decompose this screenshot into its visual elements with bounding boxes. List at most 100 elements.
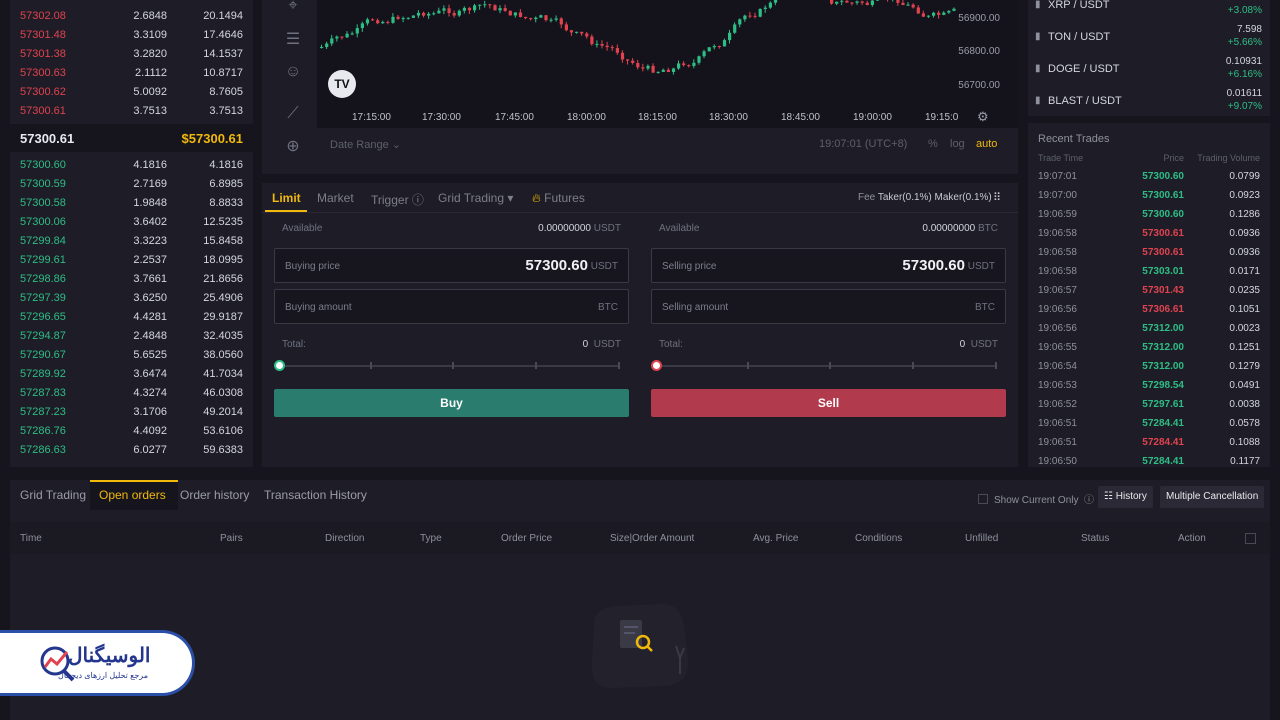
trade-row: 19:06:55 57312.00 0.1251 <box>1028 339 1270 358</box>
trade-time: 19:07:01 <box>1038 171 1077 182</box>
trade-price: 57298.54 <box>1142 380 1184 391</box>
percent-toggle[interactable]: % <box>928 138 938 150</box>
bookmark-icon[interactable]: ▮ <box>1035 31 1041 42</box>
market-row[interactable]: ▮ BLAST / USDT 0.01611 +9.07% <box>1028 85 1270 117</box>
tab-market[interactable]: Market <box>317 191 354 205</box>
market-row[interactable]: ▮ XRP / USDT +3.08% <box>1028 0 1270 21</box>
bid-row[interactable]: 57294.87 2.4848 32.4035 <box>10 326 253 345</box>
bid-row[interactable]: 57296.65 4.4281 29.9187 <box>10 307 253 326</box>
tab-transaction-history[interactable]: Transaction History <box>264 488 367 502</box>
market-row[interactable]: ▮ DOGE / USDT 0.10931 +6.16% <box>1028 53 1270 85</box>
logo-name: الوسیگنال <box>68 645 151 667</box>
candle-body <box>432 13 436 15</box>
chart-clock: 19:07:01 (UTC+8) <box>819 138 908 150</box>
trade-time: 19:06:54 <box>1038 361 1077 372</box>
bookmark-icon[interactable]: ▮ <box>1035 0 1041 10</box>
ask-amount: 2.1112 <box>134 67 167 79</box>
sell-form: Available 0.00000000 BTC Selling price 5… <box>651 213 1006 463</box>
selling-amount-field[interactable]: Selling amount BTC <box>651 289 1006 324</box>
ask-total: 8.7605 <box>209 86 243 98</box>
slider-handle[interactable] <box>274 360 285 371</box>
show-current-only-checkbox[interactable]: Show Current Only ⓘ <box>978 491 1094 506</box>
sell-button[interactable]: Sell <box>651 389 1006 417</box>
trade-row: 19:06:56 57312.00 0.0023 <box>1028 320 1270 339</box>
bookmark-icon[interactable]: ▮ <box>1035 63 1041 74</box>
market-row[interactable]: ▮ TON / USDT 7.598 +5.66% <box>1028 21 1270 53</box>
candlestick-chart[interactable]: 56900.00 56800.00 56700.00 17:15:00 17:3… <box>317 0 1018 128</box>
ask-row[interactable]: 57300.61 3.7513 3.7513 <box>10 101 253 120</box>
date-range-dropdown[interactable]: Date Range ⌄ <box>330 138 401 151</box>
tab-limit[interactable]: Limit <box>272 191 301 205</box>
bid-total: 32.4035 <box>203 330 243 342</box>
buying-amount-field[interactable]: Buying amount BTC <box>274 289 629 324</box>
auto-toggle[interactable]: auto <box>976 138 997 150</box>
column-header: Time <box>20 533 42 544</box>
selling-price-field[interactable]: Selling price 57300.60 USDT <box>651 248 1006 283</box>
buy-button[interactable]: Buy <box>274 389 629 417</box>
slider-handle[interactable] <box>651 360 662 371</box>
bid-total: 8.8833 <box>209 197 243 209</box>
ask-row[interactable]: 57301.38 3.2820 14.1537 <box>10 44 253 63</box>
tab-order-history[interactable]: Order history <box>180 488 249 502</box>
multiple-cancellation-button[interactable]: Multiple Cancellation <box>1160 486 1265 508</box>
tab-grid-trading[interactable]: Grid Trading ▾ <box>438 191 513 205</box>
trade-time: 19:06:50 <box>1038 456 1077 467</box>
bid-row[interactable]: 57299.84 3.3223 15.8458 <box>10 231 253 250</box>
tab-open-orders[interactable]: Open orders <box>99 488 166 502</box>
candle-body <box>442 8 446 11</box>
lines-icon[interactable]: ☰ <box>282 29 304 51</box>
trade-time: 19:06:58 <box>1038 266 1077 277</box>
candle-body <box>462 7 466 11</box>
candle-body <box>620 52 625 60</box>
available-value: 0.00000000 <box>538 223 591 234</box>
ask-row[interactable]: 57301.48 3.3109 17.4646 <box>10 25 253 44</box>
bid-row[interactable]: 57287.23 3.1706 49.2014 <box>10 402 253 421</box>
ask-row[interactable]: 57302.08 2.6848 20.1494 <box>10 6 253 25</box>
bid-row[interactable]: 57286.76 4.4092 53.6106 <box>10 421 253 440</box>
ask-amount: 3.7513 <box>133 105 167 117</box>
candle-body <box>947 10 951 13</box>
bookmark-icon[interactable]: ▮ <box>1035 95 1041 106</box>
slider-tick <box>995 362 997 369</box>
caret-down-icon: ▾ <box>507 191 514 205</box>
bid-row[interactable]: 57289.92 3.6474 41.7034 <box>10 364 253 383</box>
emoji-icon[interactable]: ☺ <box>282 61 304 83</box>
candle-body <box>666 69 670 72</box>
trade-price: 57284.41 <box>1142 456 1184 467</box>
buy-amount-slider[interactable] <box>274 360 620 371</box>
bid-row[interactable]: 57290.67 5.6525 38.0560 <box>10 345 253 364</box>
ask-total: 10.8717 <box>203 67 243 79</box>
bid-row[interactable]: 57297.39 3.6250 25.4906 <box>10 288 253 307</box>
trade-price: 57284.41 <box>1142 418 1184 429</box>
sell-amount-slider[interactable] <box>651 360 997 371</box>
zoom-icon[interactable]: ⊕ <box>282 136 304 158</box>
ruler-icon[interactable]: ⟋ <box>282 103 304 125</box>
candle-body <box>860 1 864 3</box>
bid-row[interactable]: 57287.83 4.3274 46.0308 <box>10 383 253 402</box>
select-all-checkbox[interactable] <box>1245 533 1256 544</box>
bid-row[interactable]: 57298.86 3.7661 21.8656 <box>10 269 253 288</box>
bid-row[interactable]: 57300.06 3.6402 12.5235 <box>10 212 253 231</box>
buying-price-field[interactable]: Buying price 57300.60 USDT <box>274 248 629 283</box>
grid-icon[interactable]: ⠿ <box>993 192 1005 204</box>
settings-icon[interactable]: ⚙ <box>977 109 989 125</box>
trade-row: 19:06:58 57300.61 0.0936 <box>1028 244 1270 263</box>
market-price: 0.01611 <box>1226 88 1262 99</box>
tab-trigger[interactable]: Trigger ⓘ <box>371 191 424 208</box>
candle-body <box>365 19 370 24</box>
bid-row[interactable]: 57300.60 4.1816 4.1816 <box>10 155 253 174</box>
ask-row[interactable]: 57300.62 5.0092 8.7605 <box>10 82 253 101</box>
history-button[interactable]: ☷ History <box>1098 486 1153 508</box>
candle-body <box>845 0 849 3</box>
bid-row[interactable]: 57300.58 1.9848 8.8833 <box>10 193 253 212</box>
tab-grid-trading-orders[interactable]: Grid Trading <box>20 488 86 502</box>
bid-row[interactable]: 57300.59 2.7169 6.8985 <box>10 174 253 193</box>
bid-row[interactable]: 57286.63 6.0277 59.6383 <box>10 440 253 459</box>
bid-row[interactable]: 57299.61 2.2537 18.0995 <box>10 250 253 269</box>
selling-amount-unit: BTC <box>975 302 995 313</box>
tab-futures[interactable]: 🔥︎ Futures <box>532 191 585 206</box>
crosshair-icon[interactable]: ⌖ <box>282 0 304 17</box>
ask-row[interactable]: 57300.63 2.1112 10.8717 <box>10 63 253 82</box>
log-toggle[interactable]: log <box>950 138 965 150</box>
chart-panel: ⌖ ☰ ☺ ⟋ ⊕ 56900.00 56800.00 56700.00 17:… <box>262 0 1018 174</box>
